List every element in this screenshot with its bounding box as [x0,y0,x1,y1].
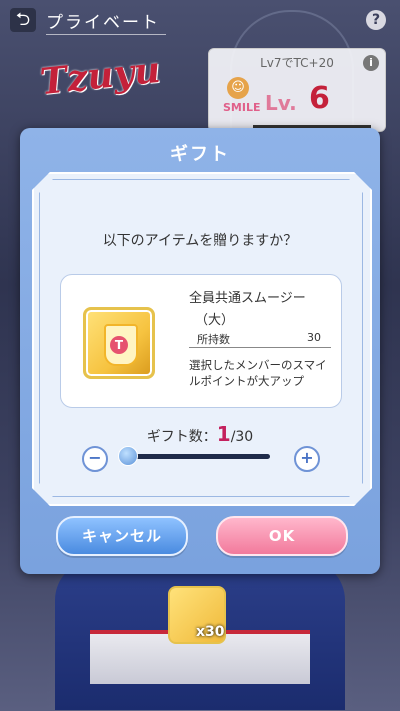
gift-question: 以下のアイテムを贈りますか？ [102,233,298,249]
owned-row: 所持数 30 [189,329,331,348]
item-name: 全員共通スムージー [189,291,306,306]
gift-count-value: 1 [216,422,231,446]
decrease-button[interactable]: − [82,446,108,472]
gift-count-label: ギフト数： [146,429,217,445]
cancel-button[interactable]: キャンセル [56,516,188,556]
back-arrow-icon[interactable]: ⮌ [10,8,36,32]
info-icon[interactable]: i [363,55,379,71]
gift-count-slider[interactable] [120,454,270,459]
slider-handle[interactable] [118,446,138,466]
level-hint: Lv7でTC+20 [260,56,334,70]
item-size: （大） [195,313,235,328]
level-value: 6 [309,81,330,116]
level-panel: Lv7でTC+20 i ☺ SMILE Lv. 6 [208,48,386,132]
top-bar: ⮌ プライベート ? [0,0,400,40]
smile-label: SMILE [223,101,261,114]
twice-mark-icon: T [110,336,128,354]
item-card: T 全員共通スムージー （大） 所持数 30 選択したメンバーのスマイルポイント… [60,274,342,408]
level-label: Lv. [265,91,297,115]
ok-button[interactable]: OK [216,516,348,556]
owned-value: 30 [307,331,321,344]
dialog-title: ギフト [170,144,230,165]
item-description: 選択したメンバーのスマイルポイントが大アップ [189,358,327,388]
owned-label: 所持数 [197,333,230,346]
gift-dialog: ギフト 以下のアイテムを贈りますか？ T 全員共通スムージー （大） 所持数 3… [20,128,380,574]
increase-button[interactable]: + [294,446,320,472]
smoothie-icon: T [83,307,155,379]
help-button[interactable]: ? [366,10,386,30]
reward-count: x30 [196,624,225,640]
gift-count-row: ギフト数：1/30 [20,422,380,446]
gift-count-max: /30 [230,429,254,445]
smile-icon: ☺ [227,77,249,99]
title-underline [46,34,166,35]
page-title: プライベート [46,13,160,33]
